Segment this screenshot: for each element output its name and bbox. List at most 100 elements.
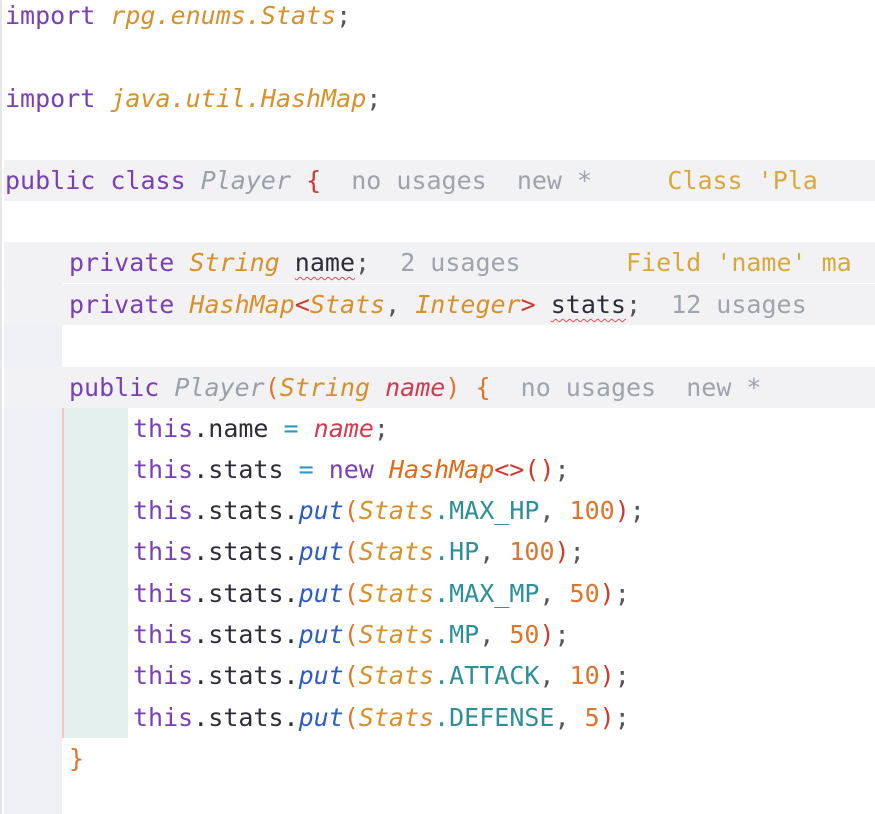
enum-type: Stats [358, 579, 435, 608]
code-line-import-stats[interactable]: import rpg.enums.Stats; [5, 0, 351, 36]
open-brace: { [306, 166, 322, 195]
inspection-warning[interactable]: Class 'Pla [667, 166, 818, 195]
enum-constant: .MP [434, 620, 480, 649]
keyword-this: this [133, 496, 194, 525]
param-name[interactable]: name [385, 373, 445, 402]
author-hint[interactable]: new * [517, 166, 592, 195]
number-literal: 5 [584, 703, 600, 732]
rparen: ) [599, 661, 615, 690]
method-call[interactable]: put [299, 496, 344, 525]
semicolon: ; [625, 290, 642, 319]
semicolon: ; [614, 579, 630, 608]
code-line-put[interactable]: this.stats.put(Stats.MAX_MP, 50); [133, 573, 630, 614]
author-hint[interactable]: new * [686, 373, 761, 402]
field-type: String [189, 248, 280, 277]
constructor-name[interactable]: Player [174, 373, 264, 402]
number-literal: 50 [509, 620, 540, 649]
method-scope-highlight [62, 408, 128, 738]
code-line-assign-name[interactable]: this.name = name; [133, 408, 389, 449]
usages-hint[interactable]: no usages [521, 373, 656, 402]
enum-type: Stats [358, 703, 435, 732]
usages-hint[interactable]: 2 usages [400, 248, 520, 277]
rparen: ) [445, 373, 461, 402]
usages-hint[interactable]: no usages [351, 166, 486, 195]
field-access: .stats. [193, 703, 299, 732]
code-line-constructor[interactable]: public Player(String name) { no usages n… [69, 367, 761, 408]
keyword-this: this [133, 661, 194, 690]
editor-left-border [0, 0, 2, 814]
assign-operator: = [283, 414, 299, 443]
generic-open: < [294, 290, 310, 319]
code-line-class-declaration[interactable]: public class Player { no usages new * Cl… [5, 160, 818, 201]
field-access: .stats. [193, 579, 299, 608]
lparen: ( [343, 620, 359, 649]
code-line-close-brace[interactable]: } [69, 738, 84, 779]
lparen: ( [343, 579, 359, 608]
semicolon: ; [366, 84, 382, 113]
keyword-this: this [133, 703, 194, 732]
rparen: ) [599, 579, 615, 608]
code-line-field-name[interactable]: private String name; 2 usages Field 'nam… [69, 242, 852, 283]
assign-operator: = [298, 455, 314, 484]
method-call[interactable]: put [299, 579, 344, 608]
enum-type: Stats [358, 661, 435, 690]
comma: , [385, 290, 401, 319]
comma: , [479, 620, 495, 649]
number-literal: 50 [569, 579, 600, 608]
code-line-assign-stats[interactable]: this.stats = new HashMap<>(); [133, 449, 570, 490]
rparen: ) [599, 703, 615, 732]
code-line-put[interactable]: this.stats.put(Stats.ATTACK, 10); [133, 655, 630, 696]
enum-constant: .DEFENSE [434, 703, 555, 732]
enum-type: Stats [358, 537, 435, 566]
keyword-this: this [133, 620, 194, 649]
code-editor[interactable]: import rpg.enums.Stats; import java.util… [0, 0, 875, 814]
semicolon: ; [554, 620, 570, 649]
diamond-operator: <> [494, 455, 525, 484]
method-call[interactable]: put [299, 620, 344, 649]
keyword-import: import [5, 1, 96, 30]
keyword-this: this [133, 537, 194, 566]
method-call[interactable]: put [299, 703, 344, 732]
rparen: ) [539, 620, 555, 649]
field-identifier[interactable]: stats [551, 290, 626, 319]
field-access: .name [193, 414, 269, 443]
field-access: .stats. [193, 661, 299, 690]
class-name[interactable]: Player [201, 166, 291, 195]
code-line-put[interactable]: this.stats.put(Stats.HP, 100); [133, 531, 585, 572]
enum-constant: .MAX_MP [434, 579, 540, 608]
method-call[interactable]: put [299, 537, 344, 566]
code-line-put[interactable]: this.stats.put(Stats.DEFENSE, 5); [133, 697, 630, 738]
type-arg-stats: Stats [309, 290, 386, 319]
usages-hint[interactable]: 12 usages [671, 290, 806, 319]
param-reference: name [313, 414, 374, 443]
constructed-type: HashMap [388, 455, 495, 484]
code-line-import-hashmap[interactable]: import java.util.HashMap; [5, 78, 381, 119]
field-access: .stats. [193, 620, 299, 649]
code-line-put[interactable]: this.stats.put(Stats.MAX_HP, 100); [133, 490, 645, 531]
keyword-new: new [328, 455, 374, 484]
semicolon: ; [336, 1, 352, 30]
enum-type: Stats [358, 496, 435, 525]
enum-constant: .ATTACK [434, 661, 540, 690]
inspection-warning[interactable]: Field 'name' ma [626, 248, 852, 277]
comma: , [554, 703, 570, 732]
lparen: ( [343, 661, 359, 690]
comma: , [539, 661, 555, 690]
comma: , [539, 579, 555, 608]
code-line-put[interactable]: this.stats.put(Stats.MP, 50); [133, 614, 570, 655]
method-call[interactable]: put [299, 661, 344, 690]
keyword-this: this [133, 455, 194, 484]
code-line-field-stats[interactable]: private HashMap<Stats, Integer> stats; 1… [69, 284, 807, 325]
keyword-public-class: public class [5, 166, 186, 195]
open-brace: { [475, 373, 491, 402]
comma: , [539, 496, 555, 525]
keyword-public: public [69, 373, 160, 402]
keyword-private: private [69, 290, 175, 319]
rparen: ) [614, 496, 630, 525]
semicolon: ; [629, 496, 645, 525]
indent-guide [4, 242, 62, 814]
lparen: ( [343, 496, 359, 525]
field-identifier[interactable]: name [295, 248, 355, 277]
import-path: java.util.HashMap [110, 84, 367, 113]
rparen: ) [554, 537, 570, 566]
